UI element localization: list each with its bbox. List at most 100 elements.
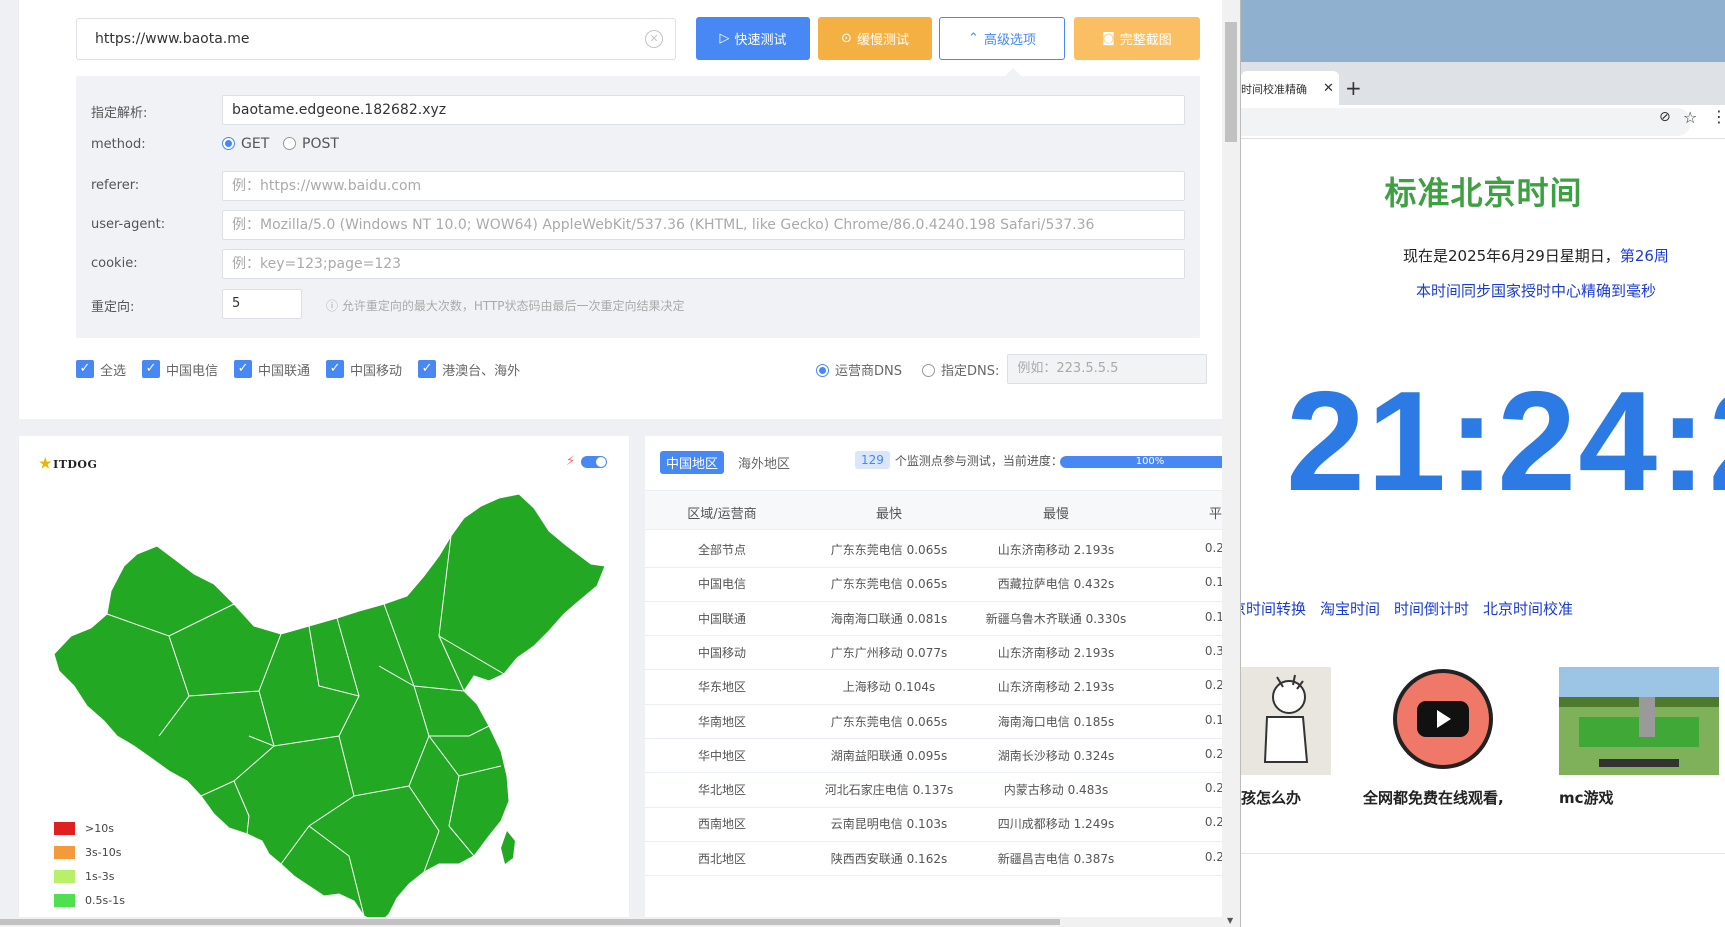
radio-post[interactable]	[283, 137, 296, 150]
link-countdown[interactable]: 时间倒计时	[1394, 598, 1469, 619]
legend-swatch	[54, 845, 75, 859]
cookie-label: cookie:	[91, 256, 138, 271]
cookie-input[interactable]: 例：key=123;page=123	[222, 249, 1185, 279]
referer-input[interactable]: 例：https://www.baidu.com	[222, 171, 1185, 201]
radio-get[interactable]	[222, 137, 235, 150]
chevron-up-icon: ⌃	[968, 31, 979, 46]
table-row: 华南地区广东东莞电信 0.065s海南海口电信 0.185s0.111	[645, 702, 1225, 739]
scrollbar-thumb[interactable]	[1225, 22, 1237, 142]
cell-region: 华北地区	[697, 783, 747, 798]
column-header-region: 区域/运营商	[687, 507, 757, 522]
cell-slowest: 山东济南移动 2.193s	[997, 543, 1115, 557]
camera-icon: ◙	[1102, 31, 1115, 46]
address-bar: ⊘ ☆ ⋮	[1241, 105, 1725, 139]
horizontal-scrollbar-thumb[interactable]	[0, 919, 1060, 925]
cell-fastest: 云南昆明电信 0.103s	[830, 817, 948, 832]
redirect-input[interactable]: 5	[222, 289, 302, 319]
cell-region: 中国移动	[697, 645, 747, 660]
new-tab-icon[interactable]: +	[1345, 76, 1362, 100]
cell-fastest: 河北石家庄电信 0.137s	[824, 783, 954, 798]
cell-slowest: 山东济南移动 2.193s	[997, 680, 1115, 695]
clear-icon[interactable]: ✕	[645, 30, 663, 48]
scroll-down-icon[interactable]: ▼	[1227, 916, 1233, 925]
table-row: 西南地区云南昆明电信 0.103s四川成都移动 1.249s0.280	[645, 804, 1225, 842]
thumbnail-caption[interactable]: 孩怎么办	[1241, 787, 1301, 808]
cell-fastest: 广东广州移动 0.077s	[830, 645, 948, 660]
custom-dns-option[interactable]: 指定DNS:	[922, 360, 999, 379]
checkbox-telecom[interactable]: ✓ 中国电信	[142, 360, 218, 379]
divider	[1241, 853, 1725, 854]
itdog-window: https://www.baota.me ✕ ▷ 快速测试 ⊙ 缓慢测试 ⌃ 高级选项…	[0, 0, 1240, 927]
horizontal-scrollbar[interactable]	[0, 917, 1222, 927]
china-map-shape[interactable]	[53, 493, 606, 925]
cell-fastest: 广东东莞电信 0.065s	[830, 577, 948, 592]
link-time-convert[interactable]: 京时间转换	[1241, 598, 1306, 619]
checkbox-label: 港澳台、海外	[442, 363, 521, 379]
thumbnail-cartoon[interactable]	[1240, 667, 1331, 775]
quick-test-label: 快速测试	[734, 33, 787, 48]
link-beijing-calibration[interactable]: 北京时间校准	[1483, 598, 1573, 619]
referer-row: referer: 例：https://www.baidu.com	[76, 171, 1200, 201]
tab-china[interactable]: 中国地区	[660, 451, 725, 474]
thumbnail-caption[interactable]: 全网都免费在线观看,	[1363, 787, 1504, 808]
progress-bar-fill: 100%	[1060, 456, 1225, 468]
check-icon[interactable]: ✓	[142, 360, 161, 378]
thumbnail-minecraft[interactable]	[1559, 667, 1719, 775]
legend-swatch	[54, 821, 75, 835]
method-get-option[interactable]: GET	[222, 136, 269, 152]
help-icon: ⓘ	[326, 299, 342, 313]
check-icon[interactable]: ✓	[418, 360, 437, 378]
isp-checkbox-row: ✓ 全选 ✓ 中国电信 ✓ 中国联通 ✓ 中国移动 ✓ 港澳台、海外	[76, 358, 536, 380]
url-field[interactable]	[1241, 108, 1691, 136]
cell-fastest: 广东东莞电信 0.065s	[830, 543, 948, 557]
vertical-scrollbar[interactable]: ▼	[1222, 0, 1240, 927]
thumbnail-play[interactable]	[1391, 667, 1495, 771]
sync-link[interactable]: 本时间同步国家授时中心精确到毫秒	[1416, 280, 1656, 301]
legend-item: 3s-10s	[54, 840, 125, 864]
checkbox-unicom[interactable]: ✓ 中国联通	[234, 360, 310, 379]
isp-dns-option[interactable]: 运营商DNS	[816, 360, 902, 379]
column-header-fastest: 最快	[875, 507, 903, 522]
checkbox-overseas[interactable]: ✓ 港澳台、海外	[418, 360, 520, 379]
quick-test-button[interactable]: ▷ 快速测试	[696, 17, 810, 60]
checkbox-select-all[interactable]: ✓ 全选	[76, 360, 126, 379]
custom-dns-input[interactable]: 例如：223.5.5.5	[1007, 354, 1208, 384]
useragent-label: user-agent:	[91, 217, 166, 232]
url-input[interactable]: https://www.baota.me ✕	[76, 18, 676, 60]
tab-overseas[interactable]: 海外地区	[732, 451, 796, 474]
checkbox-label: 中国电信	[166, 363, 219, 379]
taiwan-island[interactable]	[501, 831, 515, 864]
resolve-row: 指定解析: baotame.edgeone.182682.xyz	[76, 95, 1200, 125]
screenshot-button[interactable]: ◙ 完整截图	[1074, 17, 1200, 60]
resolve-label: 指定解析:	[91, 106, 148, 121]
check-icon[interactable]: ✓	[76, 360, 94, 378]
slow-test-button[interactable]: ⊙ 缓慢测试	[818, 17, 932, 60]
cell-region: 全部节点	[697, 543, 747, 557]
star-icon[interactable]: ☆	[1683, 108, 1697, 127]
cell-slowest: 新疆乌鲁木齐联通 0.330s	[985, 611, 1127, 626]
column-header-slowest: 最慢	[1042, 507, 1070, 522]
redirect-label: 重定向:	[91, 300, 135, 315]
close-icon[interactable]: ✕	[1323, 81, 1334, 96]
resolve-input[interactable]: baotame.edgeone.182682.xyz	[222, 95, 1185, 125]
table-row: 华东地区上海移动 0.104s山东济南移动 2.193s0.234	[645, 667, 1225, 705]
advanced-options-button[interactable]: ⌃ 高级选项	[939, 17, 1065, 60]
link-taobao-time[interactable]: 淘宝时间	[1320, 598, 1380, 619]
radio-custom-dns[interactable]	[922, 363, 935, 377]
method-post-option[interactable]: POST	[283, 136, 339, 152]
useragent-row: user-agent: 例：Mozilla/5.0 (Windows NT 10…	[76, 210, 1200, 240]
radio-isp-dns[interactable]	[816, 363, 829, 377]
redirect-hint: ⓘ 允许重定向的最大次数，HTTP状态码由最后一次重定向结果决定	[326, 297, 685, 314]
checkbox-mobile[interactable]: ✓ 中国移动	[326, 360, 402, 379]
thumbnail-caption[interactable]: mc游戏	[1559, 787, 1614, 808]
eye-off-icon[interactable]: ⊘	[1659, 109, 1671, 125]
week-link[interactable]: 第26周	[1620, 247, 1669, 265]
useragent-input[interactable]: 例：Mozilla/5.0 (Windows NT 10.0; WOW64) A…	[222, 210, 1185, 240]
cell-region: 中国联通	[697, 611, 747, 626]
current-date: 现在是2025年6月29日星期日，第26周	[1403, 245, 1669, 266]
check-icon[interactable]: ✓	[326, 360, 345, 378]
menu-icon[interactable]: ⋮	[1711, 107, 1725, 126]
check-icon[interactable]: ✓	[234, 360, 253, 378]
progress-info: 129 个监测点参与测试，当前进度：	[855, 451, 1063, 469]
referer-label: referer:	[91, 178, 140, 193]
